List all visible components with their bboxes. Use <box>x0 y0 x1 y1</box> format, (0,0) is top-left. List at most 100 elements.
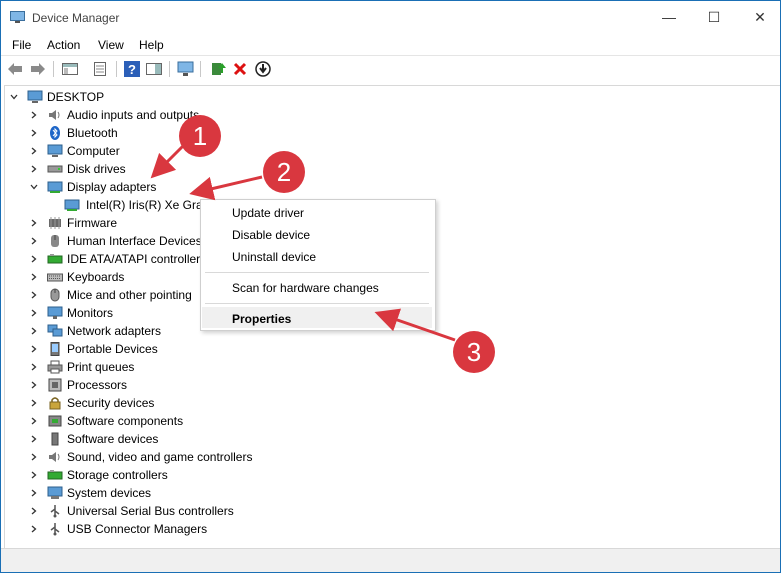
tree-item-monitors[interactable]: Monitors <box>29 304 113 322</box>
minimize-button[interactable]: — <box>646 1 692 34</box>
show-hide-console-tree-icon[interactable] <box>61 59 79 79</box>
firmware-icon <box>47 216 63 230</box>
chevron-right-icon[interactable] <box>29 488 39 498</box>
toolbar-separator <box>116 61 117 77</box>
toolbar-separator <box>169 61 170 77</box>
svg-text:?: ? <box>128 62 136 77</box>
chevron-right-icon[interactable] <box>29 506 39 516</box>
disable-device-icon[interactable] <box>254 59 272 79</box>
toolbar-separator <box>200 61 201 77</box>
tree-item-mice[interactable]: Mice and other pointing <box>29 286 192 304</box>
context-properties[interactable]: Properties <box>232 312 291 326</box>
tree-item-label: Computer <box>67 144 120 158</box>
tree-item-ide-ata[interactable]: IDE ATA/ATAPI controller <box>29 250 200 268</box>
tree-item-storage-controllers[interactable]: Storage controllers <box>29 466 168 484</box>
title-bar: Device Manager — ☐ ✕ <box>1 1 780 34</box>
chevron-right-icon[interactable] <box>29 128 39 138</box>
software-device-icon <box>47 432 63 446</box>
tree-item-network-adapters[interactable]: Network adapters <box>29 322 161 340</box>
tree-item-intel-iris-xe[interactable]: Intel(R) Iris(R) Xe Grap <box>64 196 209 214</box>
menu-action[interactable]: Action <box>47 38 80 52</box>
status-bar <box>1 548 780 572</box>
chevron-right-icon[interactable] <box>29 470 39 480</box>
tree-item-label: Portable Devices <box>67 342 158 356</box>
properties-sheet-icon[interactable] <box>91 59 109 79</box>
tree-item-software-components[interactable]: Software components <box>29 412 183 430</box>
tree-item-audio[interactable]: Audio inputs and outputs <box>29 106 199 124</box>
tree-item-sound-video-game[interactable]: Sound, video and game controllers <box>29 448 252 466</box>
tree-item-system-devices[interactable]: System devices <box>29 484 151 502</box>
maximize-button[interactable]: ☐ <box>691 1 737 34</box>
tree-item-disk-drives[interactable]: Disk drives <box>29 160 126 178</box>
device-manager-window: Device Manager — ☐ ✕ File Action View He… <box>0 0 781 573</box>
update-driver-icon[interactable] <box>209 59 227 79</box>
tree-item-firmware[interactable]: Firmware <box>29 214 117 232</box>
close-button[interactable]: ✕ <box>737 1 780 34</box>
chevron-right-icon[interactable] <box>29 398 39 408</box>
tree-item-processors[interactable]: Processors <box>29 376 127 394</box>
chevron-down-icon[interactable] <box>29 182 39 192</box>
portable-device-icon <box>47 342 63 356</box>
back-arrow-icon[interactable] <box>6 59 24 79</box>
scan-hardware-icon[interactable] <box>177 59 195 79</box>
callout-badge-1: 1 <box>179 115 221 157</box>
context-update-driver[interactable]: Update driver <box>232 206 304 220</box>
chevron-right-icon[interactable] <box>29 254 39 264</box>
chevron-right-icon[interactable] <box>29 146 39 156</box>
menu-help[interactable]: Help <box>139 38 164 52</box>
help-icon[interactable]: ? <box>123 59 141 79</box>
callout-badge-2: 2 <box>263 151 305 193</box>
chevron-right-icon[interactable] <box>29 110 39 120</box>
chevron-right-icon[interactable] <box>29 236 39 246</box>
context-disable-device[interactable]: Disable device <box>232 228 310 242</box>
tree-item-print-queues[interactable]: Print queues <box>29 358 134 376</box>
chevron-down-icon[interactable] <box>9 92 19 102</box>
tree-item-portable-devices[interactable]: Portable Devices <box>29 340 158 358</box>
usb-icon <box>47 504 63 518</box>
chevron-right-icon[interactable] <box>29 524 39 534</box>
chevron-right-icon[interactable] <box>29 434 39 444</box>
tree-item-security-devices[interactable]: Security devices <box>29 394 154 412</box>
chevron-right-icon[interactable] <box>29 362 39 372</box>
tree-item-label: Disk drives <box>67 162 126 176</box>
tree-item-bluetooth[interactable]: Bluetooth <box>29 124 118 142</box>
menu-bar: File Action View Help <box>1 34 780 55</box>
tree-item-usb-controllers[interactable]: Universal Serial Bus controllers <box>29 502 234 520</box>
system-device-icon <box>47 486 63 500</box>
tree-item-display-adapters[interactable]: Display adapters <box>29 178 156 196</box>
context-uninstall-device[interactable]: Uninstall device <box>232 250 316 264</box>
computer-icon <box>27 90 43 104</box>
tree-item-label: Processors <box>67 378 128 392</box>
tree-item-software-devices[interactable]: Software devices <box>29 430 158 448</box>
chevron-right-icon[interactable] <box>29 272 39 282</box>
context-scan-hardware[interactable]: Scan for hardware changes <box>232 281 379 295</box>
speaker-icon <box>47 108 63 122</box>
tree-item-label: Mice and other pointing <box>67 288 192 302</box>
chevron-right-icon[interactable] <box>29 380 39 390</box>
chevron-right-icon[interactable] <box>29 326 39 336</box>
menu-file[interactable]: File <box>12 38 31 52</box>
action-pane-icon[interactable] <box>145 59 163 79</box>
chevron-right-icon[interactable] <box>29 308 39 318</box>
menu-view[interactable]: View <box>98 38 124 52</box>
tree-root-label: DESKTOP <box>47 90 105 104</box>
tree-item-label: Display adapters <box>67 180 157 194</box>
chevron-right-icon[interactable] <box>29 164 39 174</box>
tree-item-keyboards[interactable]: Keyboards <box>29 268 124 286</box>
tree-item-computer[interactable]: Computer <box>29 142 120 160</box>
toolbar-separator <box>53 61 54 77</box>
chevron-right-icon[interactable] <box>29 218 39 228</box>
tree-root-desktop[interactable]: DESKTOP <box>9 88 104 106</box>
chevron-right-icon[interactable] <box>29 452 39 462</box>
security-device-icon <box>47 396 63 410</box>
tree-item-usb-connector-managers[interactable]: USB Connector Managers <box>29 520 207 538</box>
chevron-right-icon[interactable] <box>29 344 39 354</box>
forward-arrow-icon[interactable] <box>29 59 47 79</box>
tree-item-label: Universal Serial Bus controllers <box>67 504 234 518</box>
chevron-right-icon[interactable] <box>29 416 39 426</box>
monitor-icon <box>47 306 63 320</box>
tree-item-hid[interactable]: Human Interface Devices <box>29 232 202 250</box>
tree-item-label: Sound, video and game controllers <box>67 450 253 464</box>
uninstall-device-icon[interactable] <box>231 59 249 79</box>
chevron-right-icon[interactable] <box>29 290 39 300</box>
